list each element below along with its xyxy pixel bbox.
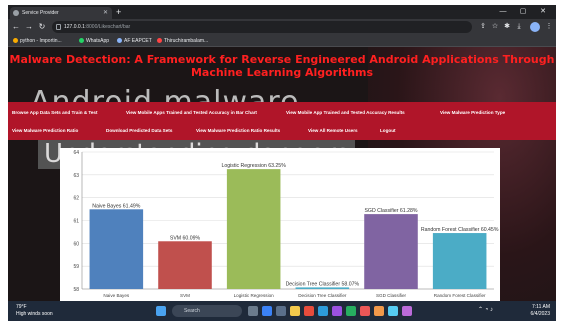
bookmark-star-icon[interactable]: ☆ xyxy=(490,22,500,32)
y-tick-label: 60 xyxy=(73,241,79,247)
x-tick-label: Logistic Regression xyxy=(234,293,275,298)
x-tick-label: SVM xyxy=(180,293,190,298)
bookmarks-bar: python - Importin... WhatsApp AF EAPCET … xyxy=(8,35,556,47)
menu-prediction-ratio-results[interactable]: View Malware Prediction Ratio Results xyxy=(196,128,280,133)
reload-icon[interactable]: ↻ xyxy=(37,21,47,33)
data-label: SVM 60.09% xyxy=(170,235,201,241)
tab-title: Service Provider xyxy=(22,10,59,16)
search-placeholder: Search xyxy=(184,308,200,314)
app-icon[interactable] xyxy=(402,306,412,316)
browser-tabstrip: Service Provider ✕ + — ▢ ✕ xyxy=(8,5,556,19)
new-tab-icon[interactable]: + xyxy=(116,6,121,18)
data-label: Logistic Regression 63.25% xyxy=(222,163,287,169)
start-icon[interactable] xyxy=(156,306,166,316)
site-info-icon[interactable] xyxy=(56,24,61,30)
bookmark-favicon-icon xyxy=(157,38,162,43)
x-tick-label: Random Forest Classifier xyxy=(434,293,486,298)
bookmark-item[interactable]: WhatsApp xyxy=(78,35,109,47)
data-label: SGD Classifier 61.28% xyxy=(364,208,417,214)
clock-time: 7:11 AM xyxy=(532,304,550,310)
y-tick-label: 64 xyxy=(73,150,79,156)
bookmark-item[interactable]: AF EAPCET xyxy=(116,35,152,47)
close-window-icon[interactable]: ✕ xyxy=(534,5,552,19)
whatsapp-icon xyxy=(79,38,84,43)
browser-toolbar: ← → ↻ 127.0.0.1:8000/Likeschart/bar ⇪ ☆ … xyxy=(8,19,556,35)
widgets-icon[interactable] xyxy=(262,306,272,316)
main-nav-menu: Browse App Data Sets and Train & Test Vi… xyxy=(8,102,556,140)
share-icon[interactable]: ⇪ xyxy=(478,22,488,32)
profile-avatar[interactable] xyxy=(530,22,540,32)
x-tick-label: Naive Bayes xyxy=(103,293,129,298)
bookmark-item[interactable]: python - Importin... xyxy=(12,35,62,47)
store-icon[interactable] xyxy=(332,306,342,316)
browser-tab[interactable]: Service Provider ✕ xyxy=(10,7,112,19)
bookmark-favicon-icon xyxy=(13,38,18,43)
address-bar[interactable]: 127.0.0.1:8000/Likeschart/bar xyxy=(52,21,472,33)
app-icon[interactable] xyxy=(346,306,356,316)
tab-favicon-icon xyxy=(13,10,19,16)
app-icon[interactable] xyxy=(374,306,384,316)
back-icon[interactable]: ← xyxy=(11,21,21,33)
y-tick-label: 58 xyxy=(73,287,79,293)
x-tick-label: Decision Tree Classifier xyxy=(298,293,347,298)
desktop-screen: Service Provider ✕ + — ▢ ✕ ← → ↻ 127.0.0… xyxy=(8,5,556,321)
task-view-icon[interactable] xyxy=(248,306,258,316)
forward-icon[interactable]: → xyxy=(24,21,34,33)
chart-svg: 58 59 60 61 62 63 64 Naive Bayes 61.49% Naive Ba… xyxy=(73,150,499,298)
web-page: Android malware Understanding dangers Ma… xyxy=(8,47,556,301)
menu-accuracy-bar-chart[interactable]: View Mobile Apps Trained and Tested Accu… xyxy=(126,110,257,115)
chart-bar[interactable] xyxy=(89,209,144,289)
chart-bar[interactable] xyxy=(364,214,418,289)
url-host: 127.0.0.1 xyxy=(64,24,85,30)
teams-icon[interactable] xyxy=(276,306,286,316)
menu-remote-users[interactable]: View All Remote Users xyxy=(308,128,358,133)
extensions-icon[interactable]: ✱ xyxy=(502,22,512,32)
weather-desc: High winds soon xyxy=(16,311,53,317)
file-explorer-icon[interactable] xyxy=(290,306,300,316)
chart-bar[interactable] xyxy=(226,169,281,289)
system-tray-icons[interactable]: ⌃ ◔ ♪ xyxy=(478,307,493,314)
close-tab-icon[interactable]: ✕ xyxy=(103,7,108,19)
weather-temp: 79°F xyxy=(16,304,27,310)
windows-taskbar: 79°F High winds soon Search ⌃ ◔ ♪ 7:11 A… xyxy=(8,301,556,321)
app-icon[interactable] xyxy=(388,306,398,316)
accuracy-bar-chart: 58 59 60 61 62 63 64 Naive Bayes 61.49% Naive Ba… xyxy=(60,148,500,301)
maximize-icon[interactable]: ▢ xyxy=(514,5,532,19)
data-label: Decision Tree Classifier 58.07% xyxy=(286,281,360,287)
menu-browse-train-test[interactable]: Browse App Data Sets and Train & Test xyxy=(12,110,98,115)
data-label: Naive Bayes 61.49% xyxy=(92,203,141,209)
menu-prediction-type[interactable]: View Malware Prediction Type xyxy=(440,110,505,115)
menu-accuracy-results[interactable]: View Mobile App Trained and Tested Accur… xyxy=(286,110,405,115)
data-label: Random Forest Classifier 60.45% xyxy=(421,227,499,233)
clock[interactable]: 7:11 AM 6/4/2023 xyxy=(516,304,550,318)
y-tick-label: 59 xyxy=(73,264,79,270)
page-title: Malware Detection: A Framework for Rever… xyxy=(9,53,555,79)
chart-bar[interactable] xyxy=(432,233,487,289)
bookmark-item[interactable]: Thiruchirambalam... xyxy=(156,35,208,47)
chart-bar[interactable] xyxy=(158,241,212,289)
minimize-icon[interactable]: — xyxy=(494,5,512,19)
clock-date: 6/4/2023 xyxy=(530,311,550,317)
menu-prediction-ratio[interactable]: View Malware Prediction Ratio xyxy=(12,128,78,133)
y-tick-label: 61 xyxy=(73,219,79,225)
edge-icon[interactable] xyxy=(318,306,328,316)
chrome-icon[interactable] xyxy=(304,306,314,316)
weather-widget[interactable]: 79°F High winds soon xyxy=(16,304,53,318)
y-tick-label: 63 xyxy=(73,173,79,179)
chart-bar[interactable] xyxy=(295,287,350,289)
x-tick-label: SGD Classifier xyxy=(376,293,407,298)
app-icon[interactable] xyxy=(360,306,370,316)
menu-dots-icon[interactable]: ⋮ xyxy=(544,22,554,32)
menu-download-datasets[interactable]: Download Predicted Data Sets xyxy=(106,128,172,133)
y-tick-label: 62 xyxy=(73,196,79,202)
url-path: :8000/Likeschart/bar xyxy=(84,24,131,30)
download-icon[interactable]: ⤓ xyxy=(514,22,524,32)
taskbar-search[interactable]: Search xyxy=(172,305,242,317)
bookmark-favicon-icon xyxy=(117,38,122,43)
menu-logout[interactable]: Logout xyxy=(380,128,396,133)
